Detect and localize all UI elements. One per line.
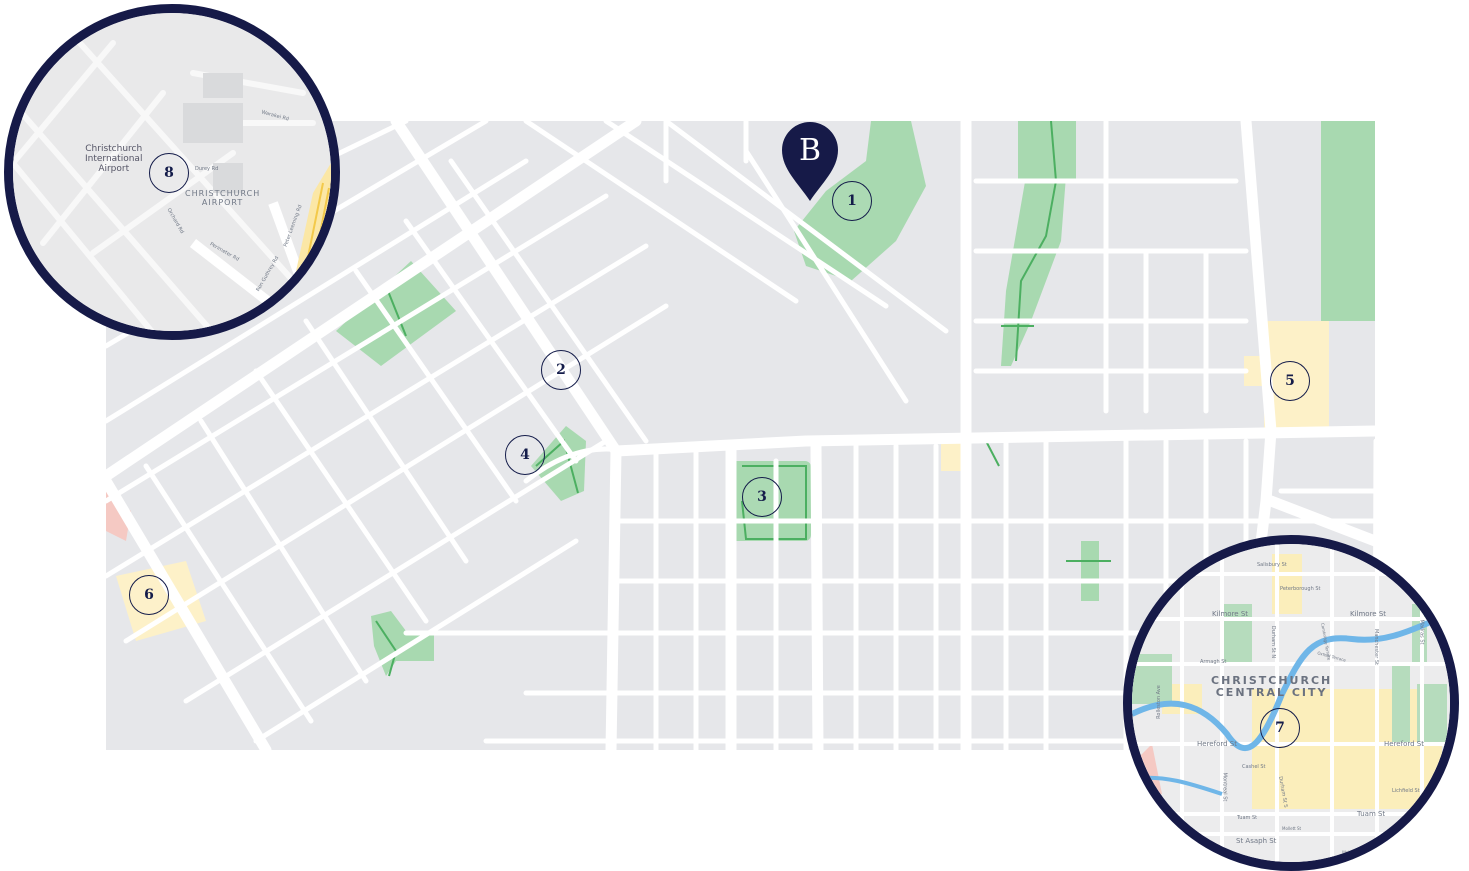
- park: [1081, 541, 1099, 601]
- map-marker-5[interactable]: 5: [1270, 361, 1310, 401]
- street-label: Kilmore St: [1212, 610, 1249, 618]
- airport-name-line-3: Airport: [98, 164, 130, 174]
- airport-area-line-2: AIRPORT: [201, 198, 244, 207]
- airport-inset-map[interactable]: Christchurch International Airport CHRIS…: [4, 4, 340, 340]
- map-marker-2[interactable]: 2: [541, 350, 581, 390]
- airport-name-line-2: International: [85, 154, 143, 164]
- park-paths: [375, 121, 1111, 677]
- street-label: Hereford St: [1197, 740, 1237, 748]
- street-label: Peterborough St: [1280, 586, 1321, 592]
- airport-name-line-1: Christchurch: [85, 144, 143, 154]
- airport-place-label: Christchurch International Airport: [85, 144, 142, 174]
- street-label: Cashel St: [1242, 764, 1266, 770]
- street-label: Montreal St: [1221, 772, 1228, 802]
- map-marker-6[interactable]: 6: [129, 575, 169, 615]
- street-label: Durey Rd: [195, 166, 219, 172]
- park: [1321, 121, 1375, 321]
- airport-area-line-1: CHRISTCHURCH: [185, 189, 261, 198]
- map-marker-8[interactable]: 8: [149, 153, 189, 193]
- street-label: Armagh St: [1200, 659, 1227, 665]
- street-label: Tuam St: [1237, 815, 1258, 821]
- commercial-area: [941, 441, 961, 471]
- map-marker-4[interactable]: 4: [505, 435, 545, 475]
- pin-label: B: [798, 133, 822, 168]
- city-inset-map[interactable]: CHRISTCHURCH CENTRAL CITY Salisbury St P…: [1123, 535, 1459, 871]
- park: [1018, 121, 1076, 181]
- street-label: Rolleston Ave: [1155, 685, 1162, 719]
- map-marker-7[interactable]: 7: [1260, 708, 1300, 748]
- park: [1001, 176, 1066, 366]
- street-label: Manchester St: [1372, 629, 1379, 665]
- street-label: Hereford St: [1384, 740, 1424, 748]
- street-label: Madras St: [1418, 619, 1425, 645]
- street-label: Lichfield St: [1392, 788, 1420, 794]
- street-label: Kilmore St: [1350, 610, 1387, 618]
- map-marker-3[interactable]: 3: [742, 477, 782, 517]
- city-area-label: CHRISTCHURCH CENTRAL CITY: [1211, 675, 1332, 699]
- location-pin-b[interactable]: B: [780, 121, 840, 203]
- street-label: St Asaph St: [1236, 837, 1277, 845]
- street-label: Durham St N: [1270, 625, 1277, 659]
- street-label: Mollett St: [1282, 826, 1302, 831]
- street-label: Tuam St: [1357, 810, 1386, 818]
- city-area-line-2: CENTRAL CITY: [1215, 686, 1328, 699]
- street-label: Walker St: [1342, 850, 1361, 855]
- airport-area-label: CHRISTCHURCH AIRPORT: [185, 189, 260, 207]
- street-label: Salisbury St: [1257, 562, 1287, 568]
